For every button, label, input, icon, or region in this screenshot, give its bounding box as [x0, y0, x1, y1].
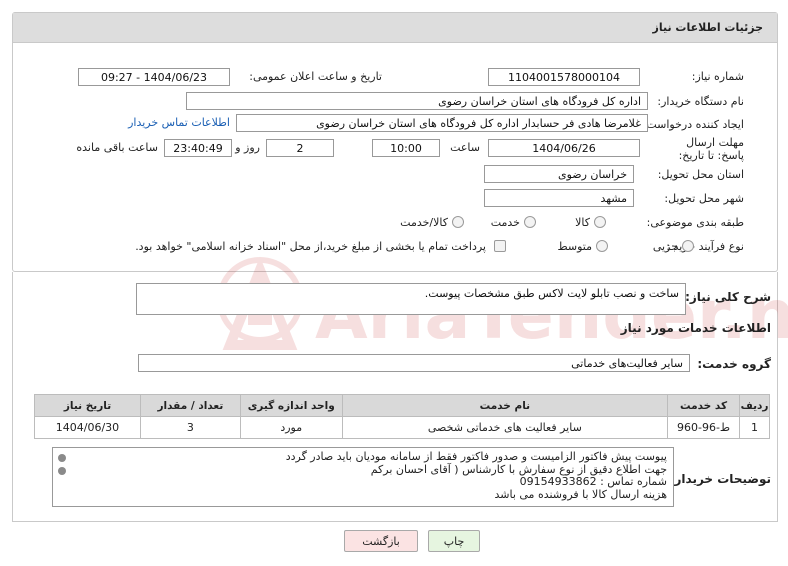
notes-field[interactable]: پیوست پیش فاکتور الزامیست و صدور فاکتور … [52, 447, 674, 507]
days-field[interactable]: 2 [266, 139, 334, 157]
city-label: شهر محل تحویل: [664, 192, 744, 205]
remaining-time-field[interactable]: 23:40:49 [164, 139, 232, 157]
province-label: استان محل تحویل: [657, 168, 744, 181]
service-group-label: گروه خدمت: [697, 357, 771, 371]
back-button[interactable]: بازگشت [344, 530, 418, 552]
col-code: کد خدمت [667, 394, 741, 417]
cell-code: ط-96-960 [667, 416, 741, 439]
col-date: تاریخ نیاز [34, 394, 141, 417]
table-header-row: ردیف کد خدمت نام خدمت واحد اندازه گیری ت… [34, 394, 770, 417]
deadline-label: مهلت ارسال پاسخ: تا تاریخ: [678, 136, 744, 162]
days-label: روز و [235, 141, 260, 154]
notes-label: توضیحات خریدار: [669, 472, 771, 486]
cell-qty: 3 [139, 416, 241, 439]
requester-field[interactable]: غلامرضا هادی فر حسابدار اداره کل فرودگاه… [236, 114, 648, 132]
table-row[interactable]: 1 ط-96-960 سایر فعالیت های خدماتی شخصی م… [34, 416, 770, 439]
col-qty: تعداد / مقدار [139, 394, 241, 417]
cell-date: 1404/06/30 [34, 416, 141, 439]
summary-field[interactable]: ساخت و نصب تابلو لایت لاکس طبق مشخصات پی… [136, 283, 686, 315]
need-number-field[interactable]: 1104001578000104 [488, 68, 640, 86]
category-service-label: خدمت [490, 216, 520, 229]
remaining-time-label: ساعت باقی مانده [76, 141, 158, 154]
notes-line: پیوست پیش فاکتور الزامیست و صدور فاکتور … [285, 450, 667, 463]
deadline-time-field[interactable]: 10:00 [372, 139, 440, 157]
city-field[interactable]: مشهد [484, 189, 634, 207]
treasury-checkbox[interactable] [494, 240, 506, 252]
col-name: نام خدمت [341, 394, 669, 417]
col-row: ردیف [739, 394, 770, 417]
process-minor-radio[interactable] [682, 240, 694, 252]
service-group-field[interactable]: سایر فعالیت‌های خدماتی [138, 354, 690, 372]
category-goods-service-radio[interactable] [452, 216, 464, 228]
notes-line: شماره تماس : 09154933862 [519, 475, 667, 488]
category-goods-service-label: کالا/خدمت [400, 216, 448, 229]
summary-label: شرح کلی نیاز: [685, 290, 771, 304]
panel-header: جزئیات اطلاعات نیاز [13, 13, 777, 43]
buyer-org-label: نام دستگاه خریدار: [657, 95, 744, 108]
province-field[interactable]: خراسان رضوی [484, 165, 634, 183]
services-section-title: اطلاعات خدمات مورد نیاز [620, 321, 771, 335]
category-goods-radio[interactable] [594, 216, 606, 228]
process-medium-label: متوسط [557, 240, 592, 253]
buyer-contact-link[interactable]: اطلاعات تماس خریدار [128, 116, 230, 129]
cell-name: سایر فعالیت های خدماتی شخصی [341, 416, 669, 439]
scroll-thumb-icon[interactable] [58, 467, 66, 475]
notes-line: هزینه ارسال کالا با فروشنده می باشد [494, 487, 667, 501]
notes-scrollbar[interactable] [55, 450, 69, 504]
panel-title: جزئیات اطلاعات نیاز [652, 21, 764, 34]
process-minor-label: جزیی [652, 240, 678, 253]
payment-note: پرداخت تمام یا بخشی از مبلغ خرید،از محل … [135, 240, 486, 253]
category-goods-label: کالا [575, 216, 590, 229]
announce-label: تاریخ و ساعت اعلان عمومی: [249, 70, 382, 83]
deadline-time-label: ساعت [450, 141, 480, 154]
cell-row: 1 [739, 416, 770, 439]
announce-date-field[interactable]: 1404/06/23 - 09:27 [78, 68, 230, 86]
scroll-up-icon[interactable] [58, 454, 66, 462]
deadline-date-field[interactable]: 1404/06/26 [488, 139, 640, 157]
category-service-radio[interactable] [524, 216, 536, 228]
buyer-org-field[interactable]: اداره کل فرودگاه های استان خراسان رضوی [186, 92, 648, 110]
requester-label: ایجاد کننده درخواست: [642, 118, 744, 131]
col-unit: واحد اندازه گیری [239, 394, 343, 417]
services-table: ردیف کد خدمت نام خدمت واحد اندازه گیری ت… [34, 394, 770, 439]
print-button[interactable]: چاپ [428, 530, 480, 552]
need-number-label: شماره نیاز: [691, 70, 744, 83]
cell-unit: مورد [239, 416, 343, 439]
process-medium-radio[interactable] [596, 240, 608, 252]
category-label: طبقه بندی موضوعی: [646, 216, 744, 229]
